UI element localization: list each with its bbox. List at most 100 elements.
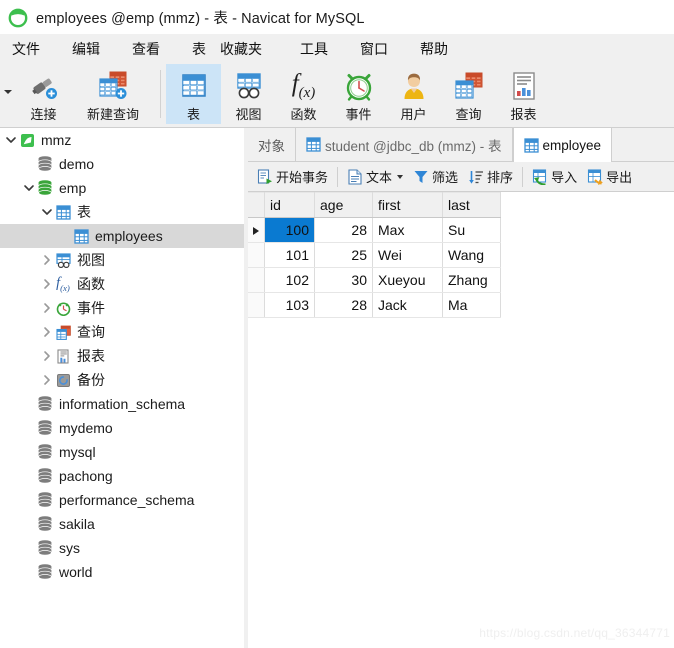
tree-item-[interactable]: 表 — [0, 200, 248, 224]
navicat-logo-icon — [8, 8, 28, 28]
ribbon-button-view[interactable]: 视图 — [221, 64, 276, 124]
tree-item-demo[interactable]: demo — [0, 152, 248, 176]
begin-transaction-icon — [257, 168, 273, 185]
table-row[interactable]: 102 30 Xueyou Zhang — [248, 267, 501, 293]
menu-tools[interactable]: 工具 — [298, 36, 330, 62]
tree-item-employees[interactable]: employees — [0, 224, 248, 248]
object-tree-sidebar[interactable]: mmz demo emp 表 employees 视图 f(x) 函数 事件 查询 报表 备份 info… — [0, 128, 248, 648]
cell-last[interactable]: Su — [442, 217, 501, 243]
tree-item-[interactable]: 查询 — [0, 320, 248, 344]
chevron-down-icon[interactable] — [397, 174, 404, 179]
grid-toolbar-filter[interactable]: 筛选 — [408, 165, 463, 189]
tree-item-sys[interactable]: sys — [0, 536, 248, 560]
menu-window[interactable]: 窗口 — [358, 36, 390, 62]
ribbon-button-event-clock[interactable]: 事件 — [331, 64, 386, 124]
tree-item-mysql[interactable]: mysql — [0, 440, 248, 464]
menu-favorites[interactable]: 收藏夹 — [218, 36, 264, 62]
chevron-right-icon[interactable] — [40, 320, 54, 344]
ribbon-button-report[interactable]: 报表 — [496, 64, 551, 124]
row-indicator[interactable] — [248, 292, 265, 318]
menu-help[interactable]: 帮助 — [418, 36, 450, 62]
menu-table[interactable]: 表 — [190, 36, 208, 62]
tree-item-label: performance_schema — [59, 492, 195, 508]
tree-item-[interactable]: 视图 — [0, 248, 248, 272]
chevron-right-icon[interactable] — [40, 368, 54, 392]
cell-age[interactable]: 30 — [314, 267, 373, 293]
tab-table-2[interactable]: employee — [512, 128, 613, 162]
chevron-right-icon[interactable] — [40, 296, 54, 320]
tree-item-emp[interactable]: emp — [0, 176, 248, 200]
cell-id[interactable]: 103 — [264, 292, 315, 318]
connection-dropdown-arrow[interactable] — [0, 64, 16, 124]
row-indicator[interactable] — [248, 242, 265, 268]
tree-item-[interactable]: 事件 — [0, 296, 248, 320]
column-header-first[interactable]: first — [372, 192, 443, 218]
tree-item-label: sys — [59, 540, 80, 556]
grid-toolbar-text[interactable]: 文本 — [342, 165, 408, 189]
grid-toolbar: 开始事务 文本 筛选 排序 导入 导出 — [248, 162, 674, 192]
toolbar-separator — [522, 166, 524, 187]
cell-age[interactable]: 25 — [314, 242, 373, 268]
cell-last[interactable]: Zhang — [442, 267, 501, 293]
ribbon-button-label: 连接 — [30, 107, 57, 122]
grid-toolbar-begin-transaction[interactable]: 开始事务 — [252, 165, 333, 189]
tree-item-information_schema[interactable]: information_schema — [0, 392, 248, 416]
row-indicator[interactable] — [248, 217, 265, 243]
chevron-right-icon[interactable] — [40, 248, 54, 272]
grid-toolbar-export[interactable]: 导出 — [582, 165, 637, 189]
cell-first[interactable]: Max — [372, 217, 443, 243]
ribbon-button-connection-plug[interactable]: 连接 — [16, 64, 71, 124]
tree-item-[interactable]: 报表 — [0, 344, 248, 368]
cell-id[interactable]: 102 — [264, 267, 315, 293]
tree-item-performance_schema[interactable]: performance_schema — [0, 488, 248, 512]
table-row[interactable]: 101 25 Wei Wang — [248, 242, 501, 268]
column-header-last[interactable]: last — [442, 192, 501, 218]
ribbon-button-table[interactable]: 表 — [166, 64, 221, 124]
cell-first[interactable]: Jack — [372, 292, 443, 318]
cell-age[interactable]: 28 — [314, 292, 373, 318]
data-grid[interactable]: id age first last 100 28 Max Su 101 25 Wei Wang 102… — [248, 192, 501, 318]
tab-table-1[interactable]: student @jdbc_db (mmz) - 表 — [296, 128, 513, 161]
grid-toolbar-label: 导出 — [606, 170, 633, 185]
cell-id[interactable]: 100 — [264, 217, 315, 243]
cell-id[interactable]: 101 — [264, 242, 315, 268]
cell-last[interactable]: Wang — [442, 242, 501, 268]
column-header-age[interactable]: age — [314, 192, 373, 218]
chevron-right-icon[interactable] — [40, 272, 54, 296]
cell-age[interactable]: 28 — [314, 217, 373, 243]
tree-item-mydemo[interactable]: mydemo — [0, 416, 248, 440]
chevron-down-icon[interactable] — [22, 176, 36, 200]
chevron-right-icon[interactable] — [40, 344, 54, 368]
row-indicator[interactable] — [248, 267, 265, 293]
ribbon-button-new-query[interactable]: 新建查询 — [71, 64, 155, 124]
menu-view[interactable]: 查看 — [130, 36, 162, 62]
column-header-id[interactable]: id — [264, 192, 315, 218]
database-icon — [36, 467, 54, 485]
tab-objects[interactable]: 对象 — [248, 128, 296, 161]
ribbon-button-query[interactable]: 查询 — [441, 64, 496, 124]
tree-item-[interactable]: 备份 — [0, 368, 248, 392]
query-icon — [453, 70, 485, 102]
tree-item-label: mmz — [41, 132, 72, 148]
data-grid-container[interactable]: id age first last 100 28 Max Su 101 25 Wei Wang 102… — [248, 192, 674, 318]
tree-item-world[interactable]: world — [0, 560, 248, 584]
grid-toolbar-import[interactable]: 导入 — [527, 165, 582, 189]
chevron-down-icon[interactable] — [40, 200, 54, 224]
event-clock-icon — [54, 299, 72, 317]
chevron-down-icon[interactable] — [4, 128, 18, 152]
tree-item-sakila[interactable]: sakila — [0, 512, 248, 536]
cell-first[interactable]: Wei — [372, 242, 443, 268]
cell-first[interactable]: Xueyou — [372, 267, 443, 293]
tree-item-pachong[interactable]: pachong — [0, 464, 248, 488]
menu-file[interactable]: 文件 — [10, 36, 42, 62]
menu-edit[interactable]: 编辑 — [70, 36, 102, 62]
grid-toolbar-sort[interactable]: 排序 — [463, 165, 518, 189]
database-icon — [36, 491, 54, 509]
table-row[interactable]: 103 28 Jack Ma — [248, 292, 501, 318]
tree-item-[interactable]: f(x) 函数 — [0, 272, 248, 296]
table-row[interactable]: 100 28 Max Su — [248, 217, 501, 243]
cell-last[interactable]: Ma — [442, 292, 501, 318]
ribbon-button-user[interactable]: 用户 — [386, 64, 441, 124]
ribbon-button-function-fx[interactable]: f(x) 函数 — [276, 64, 331, 124]
tree-item-mmz[interactable]: mmz — [0, 128, 248, 152]
